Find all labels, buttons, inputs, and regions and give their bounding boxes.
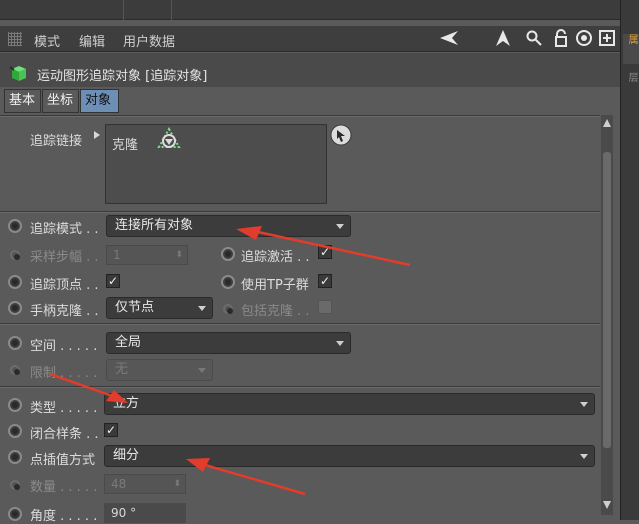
space-label: 空间 . . . . . [30,339,98,354]
count-input: 48 ⬍ [104,474,186,494]
top-strip-segment [124,0,172,20]
limit-dropdown: 无 [106,359,213,381]
divider [0,386,600,388]
count-label: 数量 . . . . . [30,480,98,495]
closed-spline-radio[interactable] [8,424,22,438]
handle-clone-dropdown[interactable]: 仅节点 [106,297,213,319]
trace-active-label: 追踪激活 . . [241,250,310,265]
type-dropdown[interactable]: 立方 [104,393,595,415]
divider [0,115,600,117]
interp-radio[interactable] [8,450,22,464]
motion-tracer-icon [10,66,26,81]
angle-value: 90 ° [111,506,137,520]
interp-dropdown[interactable]: 细分 [104,445,595,467]
trace-mode-dropdown[interactable]: 连接所有对象 [106,215,351,237]
side-tab-panel: 属 层 [620,0,639,520]
handle-clone-radio[interactable] [8,301,22,315]
scroll-down-icon[interactable] [603,501,611,509]
limit-label: 限制 . . . . . [30,366,98,381]
trace-mode-label: 追踪模式 . . [30,222,99,237]
limit-value: 无 [115,362,129,377]
trace-link-item[interactable]: 克隆 [112,134,138,153]
interp-value: 细分 [113,448,140,463]
trace-mode-value: 连接所有对象 [115,218,194,233]
trace-mode-radio[interactable] [8,219,22,233]
closed-spline-label: 闭合样条 . . [30,427,99,442]
use-tp-radio[interactable] [221,275,235,289]
stepper-icon: ⬍ [175,250,183,260]
chevron-down-icon [580,402,588,407]
chevron-down-icon [336,224,344,229]
trace-vertex-checkbox[interactable]: ✓ [106,274,120,288]
sample-step-value: 1 [113,248,121,262]
cloner-icon [157,127,181,148]
expand-triangle-icon[interactable] [94,131,100,139]
angle-input[interactable]: 90 ° [104,503,186,523]
use-tp-checkbox[interactable]: ✓ [318,274,332,288]
target-icon[interactable] [574,29,594,49]
type-label: 类型 . . . . . [30,401,98,416]
include-clone-label: 包括克隆 . . [241,304,310,319]
sample-step-radio [10,250,20,260]
trace-vertex-radio[interactable] [8,275,22,289]
divider [0,323,600,325]
sample-step-input: 1 ⬍ [106,245,188,265]
pick-object-icon[interactable] [330,124,352,146]
type-value: 立方 [113,396,140,411]
tab-object[interactable]: 对象 [80,89,119,113]
closed-spline-checkbox[interactable]: ✓ [104,423,118,437]
include-clone-checkbox [318,300,332,314]
chevron-down-icon [198,368,206,373]
angle-label: 角度 . . . . . [30,509,98,524]
space-radio[interactable] [8,336,22,350]
count-value: 48 [111,477,127,491]
space-dropdown[interactable]: 全局 [106,332,351,354]
sample-step-label: 采样步幅 . . [30,250,99,265]
use-tp-label: 使用TP子群 [241,278,309,293]
count-radio [10,480,20,490]
grip-icon[interactable] [8,32,22,46]
tab-basic[interactable]: 基本 [4,89,41,113]
lock-icon[interactable] [551,29,571,49]
scrollbar-thumb[interactable] [603,152,611,448]
handle-clone-label: 手柄克隆 . . [30,304,99,319]
menu-mode[interactable]: 模式 [34,31,60,50]
space-value: 全局 [115,335,142,350]
back-arrow-icon[interactable] [438,29,458,49]
angle-radio[interactable] [8,507,22,521]
handle-clone-value: 仅节点 [115,300,155,315]
chevron-down-icon [580,454,588,459]
search-icon[interactable] [524,29,544,49]
trace-link-list[interactable] [105,124,327,204]
include-clone-radio [223,304,233,314]
side-tab[interactable]: 层 [623,72,639,94]
stepper-icon: ⬍ [173,479,181,489]
top-strip-segment [0,0,124,20]
type-radio[interactable] [8,398,22,412]
object-title: 运动图形追踪对象 [追踪对象] [37,69,208,84]
trace-active-radio[interactable] [221,247,235,261]
chevron-down-icon [336,341,344,346]
top-strip [0,0,620,20]
new-panel-icon[interactable] [597,29,617,49]
menu-user-data[interactable]: 用户数据 [123,31,175,50]
up-arrow-icon[interactable] [493,29,513,49]
side-tab-active[interactable]: 属 [623,34,639,64]
attribute-menubar: 模式 编辑 用户数据 [0,26,620,52]
divider [0,211,600,213]
interp-label: 点插值方式 [30,453,96,468]
chevron-down-icon [198,306,206,311]
scroll-up-icon[interactable] [603,119,611,127]
trace-link-label: 追踪链接 [30,134,83,149]
trace-active-checkbox[interactable]: ✓ [318,245,332,259]
menu-edit[interactable]: 编辑 [79,31,105,50]
trace-vertex-label: 追踪顶点 . . [30,278,99,293]
object-header: 运动图形追踪对象 [追踪对象] [0,53,620,87]
tab-coordinates[interactable]: 坐标 [42,89,79,113]
limit-radio [10,365,20,375]
